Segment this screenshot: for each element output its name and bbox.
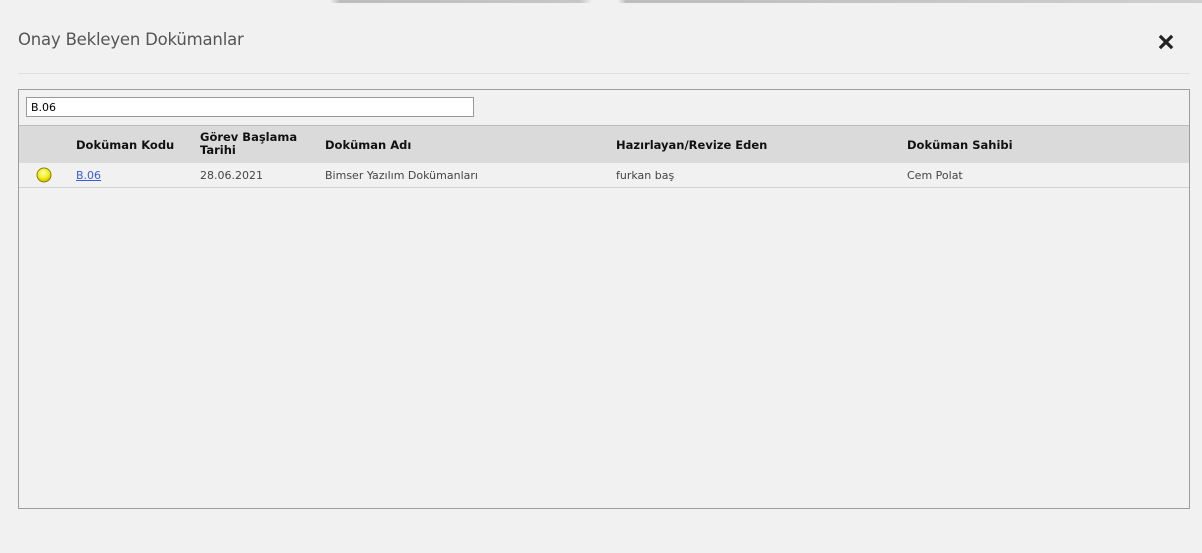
search-input[interactable] [26,97,474,117]
start-date-cell: 28.06.2021 [200,169,263,182]
yellow-circle-icon [36,167,52,183]
table-row[interactable]: B.06 28.06.2021 Bimser Yazılım Dokümanla… [19,163,1189,188]
column-header-prepared-by[interactable]: Hazırlayan/Revize Eden [616,139,767,152]
prepared-by-cell: furkan baş [616,169,675,182]
document-name-cell: Bimser Yazılım Dokümanları [325,169,478,182]
document-code-link[interactable]: B.06 [76,169,101,182]
modal-header: Onay Bekleyen Dokümanlar [18,0,1190,74]
documents-panel: Doküman Kodu Görev Başlama Tarihi Doküma… [18,89,1190,509]
document-owner-cell: Cem Polat [907,169,963,182]
grid-header: Doküman Kodu Görev Başlama Tarihi Doküma… [19,125,1189,163]
column-header-document-code[interactable]: Doküman Kodu [76,139,174,152]
modal-title: Onay Bekleyen Dokümanlar [18,30,244,49]
close-button[interactable] [1158,34,1174,52]
column-header-document-owner[interactable]: Doküman Sahibi [907,139,1013,152]
column-header-start-date[interactable]: Görev Başlama Tarihi [200,131,310,157]
close-icon [1158,34,1174,50]
column-header-document-name[interactable]: Doküman Adı [325,139,411,152]
